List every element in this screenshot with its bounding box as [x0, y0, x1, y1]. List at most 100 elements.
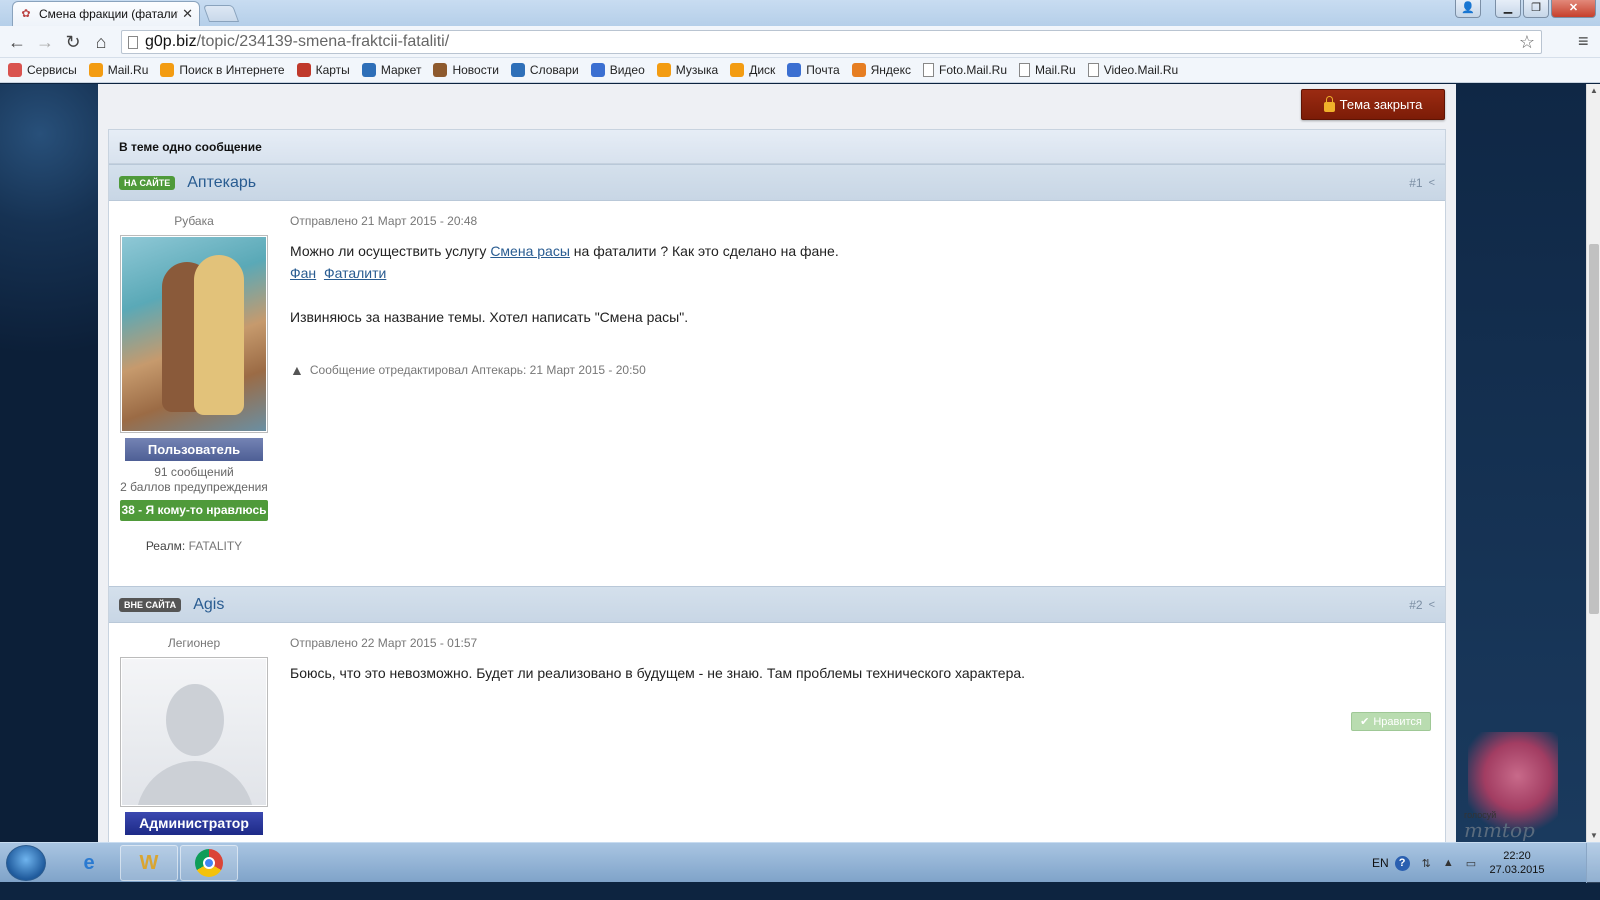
address-bar[interactable]: g0p.biz /topic/234139-smena-fraktcii-fat… — [121, 30, 1542, 54]
post-header: ВНЕ САЙТА Agis #2 < — [109, 586, 1445, 623]
show-hidden-icons-icon[interactable]: ▲ — [1443, 857, 1454, 869]
tag-link-fataliti[interactable]: Фаталити — [324, 265, 386, 281]
monitor-icon[interactable]: ▭ — [1466, 857, 1476, 870]
chrome-icon — [195, 849, 223, 877]
tag-link-fan[interactable]: Фан — [290, 265, 316, 281]
maximize-button[interactable]: ❐ — [1523, 0, 1549, 18]
bookmark-item[interactable]: Поиск в Интернете — [160, 63, 285, 77]
bookmark-item[interactable]: Яндекс — [851, 63, 911, 77]
bookmark-label: Словари — [529, 63, 579, 77]
check-icon: ✔ — [1360, 716, 1370, 728]
avatar-silhouette-head — [166, 684, 224, 756]
forward-arrow-icon[interactable]: → — [34, 31, 56, 53]
share-icon[interactable]: < — [1429, 177, 1435, 189]
bookmark-item[interactable]: Видео — [590, 63, 645, 77]
system-clock[interactable]: 22:20 27.03.2015 — [1482, 849, 1552, 877]
avatar-photo — [122, 237, 266, 431]
help-icon[interactable]: ? — [1394, 855, 1410, 871]
minimize-button[interactable]: ▁ — [1495, 0, 1521, 18]
post-header: НА САЙТЕ Аптекарь #1 < — [109, 164, 1445, 201]
bookmark-label: Яндекс — [870, 63, 911, 77]
realm-value: FATALITY — [188, 539, 243, 553]
mailru-icon — [88, 63, 103, 77]
browser-titlebar: ✿ Смена фракции (фаталит ✕ 👤 ▁ ❐ ✕ — [0, 0, 1600, 26]
network-icon[interactable]: ⇅ — [1422, 857, 1431, 870]
user-profile-icon[interactable]: 👤 — [1455, 0, 1481, 18]
bookmark-item[interactable]: Музыка — [656, 63, 718, 77]
market-icon — [361, 63, 376, 77]
warning-points[interactable]: 2 баллов предупреждения — [109, 480, 279, 495]
bookmark-item[interactable]: Маркет — [361, 63, 421, 77]
topic-header: В теме одно сообщение — [109, 130, 1445, 164]
author-rank: Легионер — [167, 636, 221, 650]
post-date: Отправлено 21 Март 2015 - 20:48 — [290, 214, 478, 228]
bookmark-item[interactable]: Сервисы — [8, 63, 77, 77]
topic-closed-button[interactable]: Тема закрыта — [1301, 89, 1445, 120]
avatar[interactable] — [120, 235, 268, 433]
mail-icon — [787, 63, 802, 77]
home-icon[interactable]: ⌂ — [90, 31, 112, 53]
disk-icon — [730, 63, 745, 77]
back-arrow-icon[interactable]: ← — [6, 31, 28, 53]
post-number[interactable]: #2 < — [1409, 598, 1435, 612]
post-number[interactable]: #1 < — [1409, 176, 1435, 190]
post-text: Можно ли осуществить услугу Смена расы н… — [290, 240, 1430, 328]
bookmark-item[interactable]: Почта — [787, 63, 840, 77]
page-icon — [1087, 63, 1099, 77]
yandex-icon — [851, 63, 866, 77]
bookmarks-bar: Сервисы Mail.Ru Поиск в Интернете Карты Марк… — [0, 58, 1600, 83]
page-icon — [1019, 63, 1031, 77]
new-tab-button[interactable] — [202, 5, 240, 22]
browser-toolbar: ← → ↻ ⌂ g0p.biz /topic/234139-smena-frak… — [0, 26, 1600, 58]
post-date: Отправлено 22 Март 2015 - 01:57 — [290, 636, 478, 650]
online-status-badge: НА САЙТЕ — [119, 175, 176, 190]
browser-tab-active[interactable]: ✿ Смена фракции (фаталит ✕ — [12, 1, 200, 26]
bookmark-item[interactable]: Foto.Mail.Ru — [922, 63, 1007, 77]
bookmark-item[interactable]: Словари — [510, 63, 579, 77]
bookmark-label: Видео — [609, 63, 645, 77]
bookmark-label: Карты — [315, 63, 350, 77]
bookmark-item[interactable]: Новости — [433, 63, 499, 77]
reload-icon[interactable]: ↻ — [62, 31, 84, 53]
author-rank: Рубака — [174, 214, 214, 228]
avatar[interactable] — [120, 657, 268, 807]
post-number-label: #1 — [1409, 175, 1423, 190]
chrome-taskbar-item[interactable] — [180, 845, 238, 881]
like-button[interactable]: ✔ Нравится — [1351, 712, 1431, 731]
start-button[interactable] — [6, 845, 46, 881]
post-number-label: #2 — [1409, 597, 1423, 612]
bookmark-star-icon[interactable]: ☆ — [1519, 32, 1535, 53]
post-author-link[interactable]: Аптекарь — [187, 174, 256, 192]
post-author-link[interactable]: Agis — [193, 596, 224, 614]
race-change-link[interactable]: Смена расы — [490, 243, 570, 259]
scroll-up-arrow-icon[interactable]: ▲ — [1590, 86, 1598, 95]
scroll-down-arrow-icon[interactable]: ▼ — [1590, 831, 1598, 840]
page-scrollbar[interactable]: ▲ ▼ — [1586, 84, 1600, 842]
language-indicator[interactable]: EN — [1372, 856, 1389, 870]
page-background-right — [1456, 84, 1586, 842]
post-text-apology: Извиняюсь за название темы. Хотел написа… — [290, 309, 689, 325]
clock-date: 27.03.2015 — [1489, 864, 1545, 876]
author-realm: Реалм: FATALITY — [109, 539, 279, 553]
video-icon — [590, 63, 605, 77]
bookmark-item[interactable]: Mail.Ru — [88, 63, 149, 77]
apps-grid-icon — [8, 63, 22, 77]
scrollbar-thumb[interactable] — [1589, 244, 1599, 614]
system-tray: EN ? ⇅ ▲ ▭ 22:20 27.03.2015 — [1360, 843, 1600, 883]
bookmark-label: Mail.Ru — [107, 63, 149, 77]
internet-explorer-icon[interactable]: e — [60, 845, 118, 881]
mmtop-vote-widget[interactable]: голосуй mmtop — [1418, 732, 1560, 842]
default-avatar — [122, 659, 266, 805]
chrome-menu-icon[interactable]: ≡ — [1578, 31, 1589, 52]
dictionary-icon — [510, 63, 525, 77]
share-icon[interactable]: < — [1429, 599, 1435, 611]
bookmark-item[interactable]: Mail.Ru — [1019, 63, 1076, 77]
avatar-silhouette-body — [136, 761, 254, 805]
wow-launcher-icon[interactable]: W — [120, 845, 178, 881]
bookmark-item[interactable]: Диск — [730, 63, 775, 77]
bookmark-item[interactable]: Карты — [296, 63, 350, 77]
bookmark-item[interactable]: Video.Mail.Ru — [1087, 63, 1178, 77]
show-desktop-button[interactable] — [1586, 843, 1600, 883]
close-window-button[interactable]: ✕ — [1551, 0, 1596, 18]
tab-close-icon[interactable]: ✕ — [182, 6, 193, 22]
